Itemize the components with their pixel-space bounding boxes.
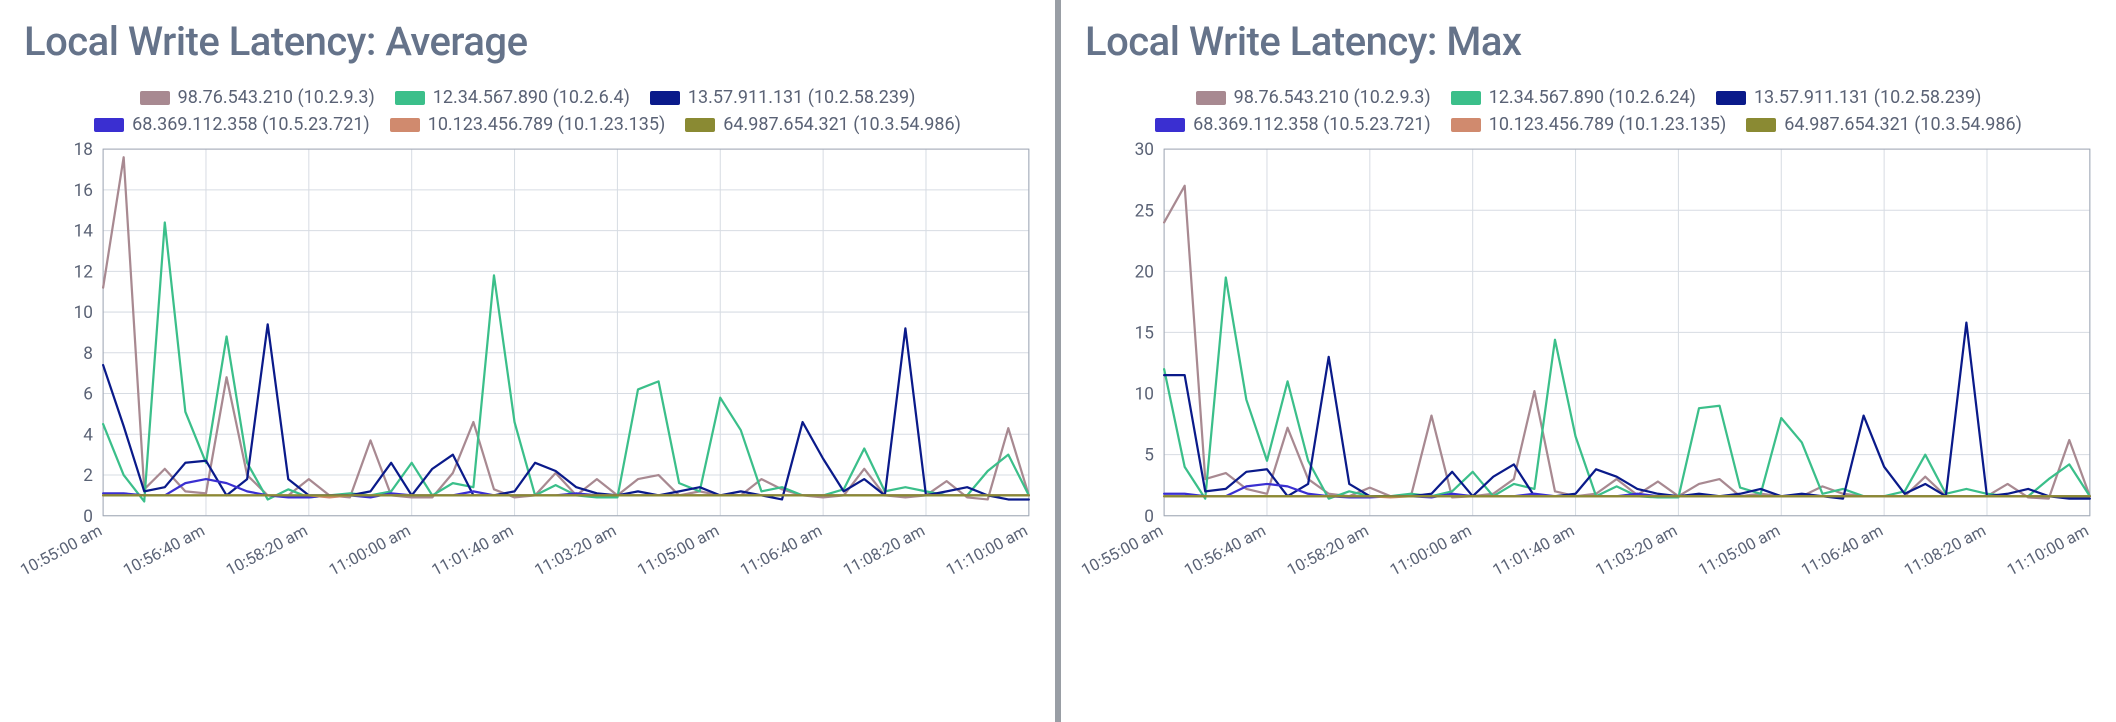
legend-item[interactable]: 10.123.456.789 (10.1.23.135) [1451,114,1727,135]
svg-text:15: 15 [1135,324,1154,344]
legend-label: 13.57.911.131 (10.2.58.239) [688,87,915,108]
legend-swatch [650,91,680,105]
chart-title: Local Write Latency: Max [1085,18,2100,65]
chart-plot: 05101520253010:55:00 am10:56:40 am10:58:… [1077,141,2100,621]
legend-label: 10.123.456.789 (10.1.23.135) [1489,114,1727,135]
legend-label: 68.369.112.358 (10.5.23.721) [1193,114,1431,135]
svg-text:11:06:40 am: 11:06:40 am [1798,521,1886,580]
svg-text:20: 20 [1135,262,1154,282]
legend-swatch [1196,91,1226,105]
panel-right: Local Write Latency: Max 98.76.543.210 (1… [1061,0,2116,722]
legend-label: 13.57.911.131 (10.2.58.239) [1754,87,1981,108]
svg-text:18: 18 [74,141,93,160]
svg-text:11:01:40 am: 11:01:40 am [429,521,517,580]
legend-item[interactable]: 12.34.567.890 (10.2.6.24) [1451,87,1696,108]
svg-text:8: 8 [83,344,93,364]
svg-text:25: 25 [1135,201,1154,221]
svg-text:12: 12 [74,262,94,282]
svg-text:10: 10 [1135,385,1154,405]
legend-item[interactable]: 64.987.654.321 (10.3.54.986) [1746,114,2022,135]
svg-text:30: 30 [1135,141,1154,160]
svg-text:11:03:20 am: 11:03:20 am [1592,521,1680,580]
legend-label: 64.987.654.321 (10.3.54.986) [723,114,961,135]
svg-text:10:55:00 am: 10:55:00 am [17,521,105,580]
svg-text:10:58:20 am: 10:58:20 am [223,521,311,580]
legend-item[interactable]: 13.57.911.131 (10.2.58.239) [650,87,915,108]
legend-label: 68.369.112.358 (10.5.23.721) [132,114,370,135]
legend-swatch [390,118,420,132]
series-line [103,324,1029,499]
svg-text:16: 16 [74,181,93,201]
legend-item[interactable]: 64.987.654.321 (10.3.54.986) [685,114,961,135]
legend-swatch [140,91,170,105]
svg-text:11:01:40 am: 11:01:40 am [1490,521,1578,580]
legend-label: 12.34.567.890 (10.2.6.4) [433,87,630,108]
svg-text:11:00:00 am: 11:00:00 am [326,521,414,580]
legend-item[interactable]: 12.34.567.890 (10.2.6.4) [395,87,630,108]
legend-swatch [685,118,715,132]
svg-text:11:08:20 am: 11:08:20 am [840,521,928,580]
legend-swatch [1451,118,1481,132]
svg-text:11:03:20 am: 11:03:20 am [531,521,619,580]
chart-plot: 02468101214161810:55:00 am10:56:40 am10:… [16,141,1039,621]
svg-text:4: 4 [83,425,93,445]
svg-text:10:56:40 am: 10:56:40 am [1181,521,1269,580]
legend-swatch [1451,91,1481,105]
series-line [1164,323,2090,499]
legend-swatch [1746,118,1776,132]
chart-legend: 98.76.543.210 (10.2.9.3) 12.34.567.890 (1… [1077,87,2100,135]
legend-swatch [395,91,425,105]
legend-item[interactable]: 98.76.543.210 (10.2.9.3) [1196,87,1431,108]
legend-item[interactable]: 10.123.456.789 (10.1.23.135) [390,114,666,135]
svg-text:11:10:00 am: 11:10:00 am [2004,521,2092,580]
svg-text:11:05:00 am: 11:05:00 am [1695,521,1783,580]
svg-text:11:10:00 am: 11:10:00 am [943,521,1031,580]
svg-text:11:05:00 am: 11:05:00 am [634,521,722,580]
legend-label: 12.34.567.890 (10.2.6.24) [1489,87,1696,108]
legend-item[interactable]: 98.76.543.210 (10.2.9.3) [140,87,375,108]
svg-text:11:06:40 am: 11:06:40 am [737,521,825,580]
legend-item[interactable]: 13.57.911.131 (10.2.58.239) [1716,87,1981,108]
chart-legend: 98.76.543.210 (10.2.9.3) 12.34.567.890 (1… [16,87,1039,135]
legend-label: 64.987.654.321 (10.3.54.986) [1784,114,2022,135]
panel-left: Local Write Latency: Average 98.76.543.21… [0,0,1055,722]
svg-text:2: 2 [83,466,93,486]
legend-item[interactable]: 68.369.112.358 (10.5.23.721) [94,114,370,135]
svg-text:10:56:40 am: 10:56:40 am [120,521,208,580]
svg-text:6: 6 [83,385,93,405]
legend-label: 10.123.456.789 (10.1.23.135) [428,114,666,135]
dashboard-canvas: Local Write Latency: Average 98.76.543.21… [0,0,2116,722]
svg-text:11:00:00 am: 11:00:00 am [1387,521,1475,580]
svg-text:5: 5 [1144,446,1154,466]
legend-swatch [1155,118,1185,132]
legend-swatch [94,118,124,132]
legend-item[interactable]: 68.369.112.358 (10.5.23.721) [1155,114,1431,135]
svg-text:14: 14 [74,222,94,242]
svg-text:11:08:20 am: 11:08:20 am [1901,521,1989,580]
legend-label: 98.76.543.210 (10.2.9.3) [1234,87,1431,108]
chart-title: Local Write Latency: Average [24,18,1039,65]
svg-text:10: 10 [74,303,93,323]
svg-text:10:55:00 am: 10:55:00 am [1078,521,1166,580]
svg-text:10:58:20 am: 10:58:20 am [1284,521,1372,580]
legend-swatch [1716,91,1746,105]
legend-label: 98.76.543.210 (10.2.9.3) [178,87,375,108]
